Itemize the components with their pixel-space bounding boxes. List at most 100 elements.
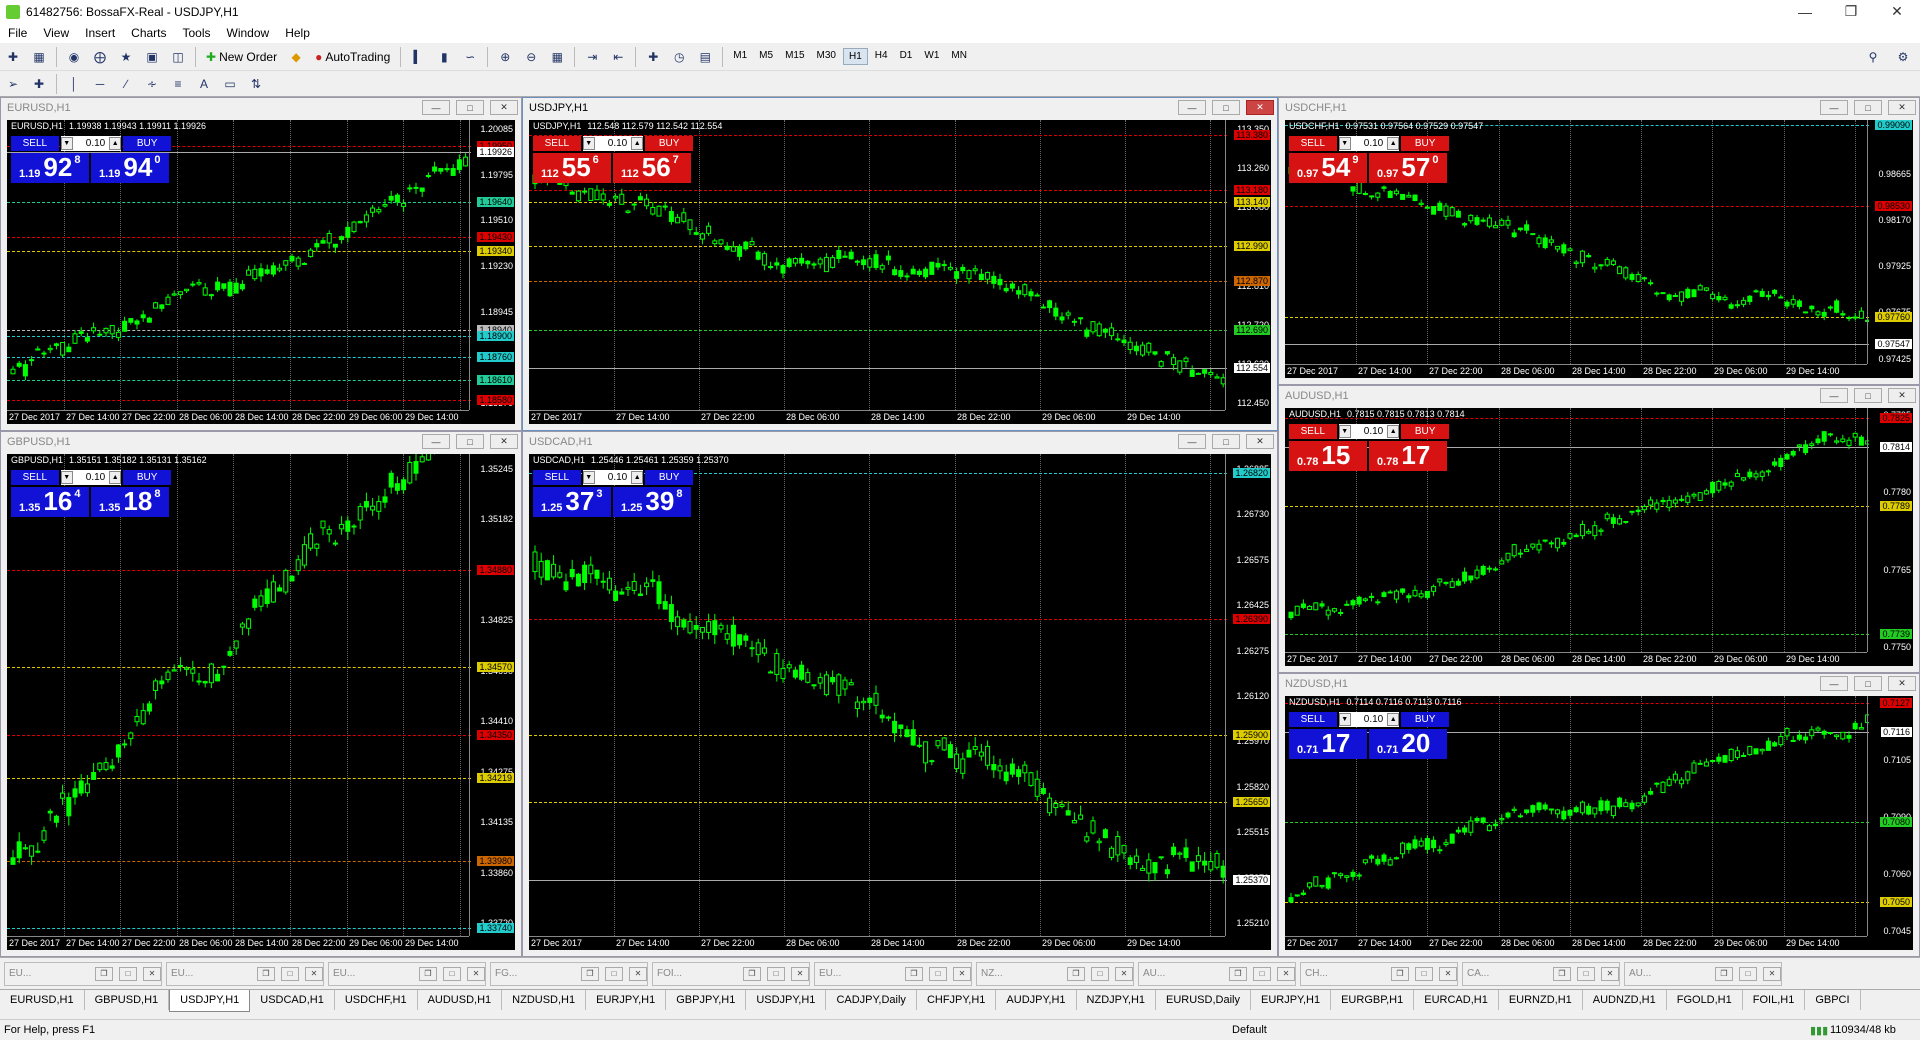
chart-tab[interactable]: GBPCI xyxy=(1805,990,1861,1010)
lot-up-icon[interactable]: ▲ xyxy=(1387,713,1400,726)
lot-down-icon[interactable]: ▼ xyxy=(1338,713,1351,726)
timeframe-h1[interactable]: H1 xyxy=(842,48,868,65)
minimized-window[interactable]: CH... ❐ □ ✕ xyxy=(1300,961,1458,986)
lot-down-icon[interactable]: ▼ xyxy=(60,471,73,484)
chart-shift-icon[interactable]: ⇤ xyxy=(607,46,629,68)
lot-size-input[interactable]: ▼ 0.10 ▲ xyxy=(582,470,644,485)
close-icon[interactable]: ✕ xyxy=(1246,434,1274,449)
search-icon[interactable]: ⚲ xyxy=(1862,46,1884,68)
minimized-window[interactable]: FG... ❐ □ ✕ xyxy=(490,961,648,986)
close-button[interactable]: ✕ xyxy=(1874,0,1920,23)
lot-up-icon[interactable]: ▲ xyxy=(109,471,122,484)
sell-button[interactable]: SELL xyxy=(1289,424,1337,439)
candlestick-icon[interactable]: ▮ xyxy=(433,46,455,68)
buy-button[interactable]: BUY xyxy=(645,470,693,485)
sell-price-box[interactable]: 112 55 6 xyxy=(533,153,611,183)
restore-icon[interactable]: ❐ xyxy=(581,966,599,981)
chart-tab[interactable]: FGOLD,H1 xyxy=(1667,990,1743,1010)
maximize-icon[interactable]: □ xyxy=(767,966,785,981)
maximize-icon[interactable]: □ xyxy=(456,434,484,449)
buy-button[interactable]: BUY xyxy=(1401,136,1449,151)
timeframe-d1[interactable]: D1 xyxy=(895,48,918,65)
maximize-icon[interactable]: □ xyxy=(1415,966,1433,981)
sell-price-box[interactable]: 0.78 15 xyxy=(1289,441,1367,471)
buy-price-box[interactable]: 1.19 94 0 xyxy=(91,153,169,183)
chart-window-eurusd[interactable]: EURUSD,H1 — □ ✕ EURUSD,H1 1.19938 1.19943 1.1… xyxy=(0,97,522,431)
close-icon[interactable]: ✕ xyxy=(953,966,971,981)
price-chart[interactable]: AUDUSD,H1 0.7815 0.7815 0.7813 0.7814 SELL… xyxy=(1285,408,1913,666)
minimize-button[interactable]: — xyxy=(1782,0,1828,23)
maximize-icon[interactable]: □ xyxy=(1212,100,1240,115)
restore-icon[interactable]: ❐ xyxy=(1391,966,1409,981)
restore-icon[interactable]: ❐ xyxy=(1715,966,1733,981)
buy-button[interactable]: BUY xyxy=(645,136,693,151)
buy-button[interactable]: BUY xyxy=(123,136,171,151)
lot-down-icon[interactable]: ▼ xyxy=(582,137,595,150)
channel-icon[interactable]: ∻ xyxy=(141,73,163,95)
minimized-window[interactable]: CA... ❐ □ ✕ xyxy=(1462,961,1620,986)
chart-window-audusd[interactable]: AUDUSD,H1— □ ✕ AUDUSD,H1 0.7815 0.7815 0.781… xyxy=(1278,385,1920,673)
maximize-icon[interactable]: □ xyxy=(119,966,137,981)
maximize-icon[interactable]: □ xyxy=(1739,966,1757,981)
timeframe-w1[interactable]: W1 xyxy=(919,48,944,65)
lot-up-icon[interactable]: ▲ xyxy=(631,471,644,484)
horizontal-line-icon[interactable]: ─ xyxy=(89,73,111,95)
sell-price-box[interactable]: 1.25 37 3 xyxy=(533,487,611,517)
bar-chart-icon[interactable]: ▍ xyxy=(407,46,429,68)
buy-price-box[interactable]: 0.71 20 xyxy=(1369,729,1447,759)
indicators-icon[interactable]: ✚ xyxy=(642,46,664,68)
profiles-icon[interactable]: ▦ xyxy=(28,46,50,68)
chart-window-nzdusd[interactable]: NZDUSD,H1 — □ ✕ NZDUSD,H1 0.7114 0.7116 0.711… xyxy=(1278,673,1920,957)
timeframe-m5[interactable]: M5 xyxy=(754,48,778,65)
restore-icon[interactable]: ❐ xyxy=(1229,966,1247,981)
lot-size-input[interactable]: ▼ 0.10 ▲ xyxy=(1338,424,1400,439)
sell-price-box[interactable]: 1.35 16 4 xyxy=(11,487,89,517)
minimize-icon[interactable]: — xyxy=(1820,676,1848,691)
sell-button[interactable]: SELL xyxy=(11,136,59,151)
chart-tab[interactable]: GBPUSD,H1 xyxy=(85,990,170,1010)
terminal-icon[interactable]: ▣ xyxy=(141,46,163,68)
templates-icon[interactable]: ▤ xyxy=(694,46,716,68)
close-icon[interactable]: ✕ xyxy=(1601,966,1619,981)
minimized-window[interactable]: EU... ❐ □ ✕ xyxy=(4,961,162,986)
chart-window-usdjpy[interactable]: USDJPY,H1 — □ ✕ USDJPY,H1 112.548 112.579 112… xyxy=(522,97,1278,431)
close-icon[interactable]: ✕ xyxy=(143,966,161,981)
crosshair-icon[interactable]: ✚ xyxy=(28,73,50,95)
minimize-icon[interactable]: — xyxy=(1820,388,1848,403)
lot-up-icon[interactable]: ▲ xyxy=(1387,137,1400,150)
chart-tab[interactable]: USDCHF,H1 xyxy=(335,990,418,1010)
maximize-icon[interactable]: □ xyxy=(1854,100,1882,115)
restore-icon[interactable]: ❐ xyxy=(743,966,761,981)
lot-down-icon[interactable]: ▼ xyxy=(582,471,595,484)
close-icon[interactable]: ✕ xyxy=(629,966,647,981)
minimized-window[interactable]: FOI... ❐ □ ✕ xyxy=(652,961,810,986)
tile-windows-icon[interactable]: ▦ xyxy=(546,46,568,68)
buy-button[interactable]: BUY xyxy=(123,470,171,485)
timeframe-mn[interactable]: MN xyxy=(946,48,972,65)
minimized-window[interactable]: AU... ❐ □ ✕ xyxy=(1624,961,1782,986)
sell-button[interactable]: SELL xyxy=(533,136,581,151)
chart-tab[interactable]: EURUSD,H1 xyxy=(0,990,85,1010)
maximize-icon[interactable]: □ xyxy=(929,966,947,981)
restore-icon[interactable]: ❐ xyxy=(95,966,113,981)
arrows-icon[interactable]: ⇅ xyxy=(245,73,267,95)
text-label-icon[interactable]: ▭ xyxy=(219,73,241,95)
timeframe-m15[interactable]: M15 xyxy=(780,48,809,65)
vertical-line-icon[interactable]: │ xyxy=(63,73,85,95)
lot-up-icon[interactable]: ▲ xyxy=(631,137,644,150)
menu-insert[interactable]: Insert xyxy=(77,26,123,40)
chart-tab[interactable]: GBPJPY,H1 xyxy=(666,990,747,1010)
close-icon[interactable]: ✕ xyxy=(1277,966,1295,981)
buy-price-box[interactable]: 112 56 7 xyxy=(613,153,691,183)
minimize-icon[interactable]: — xyxy=(422,100,450,115)
text-icon[interactable]: A xyxy=(193,73,215,95)
chart-tab[interactable]: AUDUSD,H1 xyxy=(418,990,503,1010)
chart-tab[interactable]: USDJPY,H1 xyxy=(169,990,251,1012)
chart-tab[interactable]: EURUSD,Daily xyxy=(1156,990,1251,1010)
lot-down-icon[interactable]: ▼ xyxy=(60,137,73,150)
timeframe-m30[interactable]: M30 xyxy=(812,48,841,65)
maximize-icon[interactable]: □ xyxy=(1091,966,1109,981)
sell-button[interactable]: SELL xyxy=(1289,712,1337,727)
price-chart[interactable]: NZDUSD,H1 0.7114 0.7116 0.7113 0.7116 SELL… xyxy=(1285,696,1913,950)
buy-price-box[interactable]: 0.78 17 xyxy=(1369,441,1447,471)
